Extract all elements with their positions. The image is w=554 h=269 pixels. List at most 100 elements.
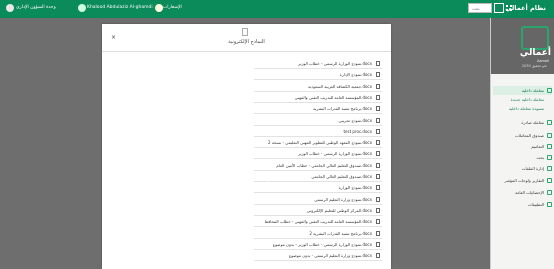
file-icon xyxy=(376,61,380,66)
file-icon xyxy=(376,196,380,202)
logo: أعمالي Aamali نحو تحقيق 2030 xyxy=(491,18,554,74)
file-row[interactable]: برنامج تنمية القدرات البشرية.docx xyxy=(254,104,382,115)
file-row[interactable]: نموذج وزارة التعليم الرسمي.docx xyxy=(254,195,382,205)
file-icon xyxy=(376,207,380,213)
file-icon xyxy=(376,151,380,157)
file-name[interactable]: المؤسسة العامة للتدريب التقني والمهني.do… xyxy=(295,95,372,100)
divider xyxy=(102,51,391,52)
file-row[interactable]: نموذج المعهد الوطني للتطوير المهني التعل… xyxy=(254,138,382,149)
file-name[interactable]: نموذج الإدارة.docx xyxy=(340,72,372,77)
file-row[interactable]: نموذج الوزارة الرسمي - خطاب الوزير.docx xyxy=(254,149,382,160)
file-row[interactable]: صندوق التعليم العالي الجامعي.docx xyxy=(254,172,382,182)
modal-title: النماذج الإلكترونية xyxy=(228,39,265,45)
sidebar-item[interactable]: مسودة معاملة داخلية xyxy=(493,104,552,113)
sidebar: أعمالي Aamali نحو تحقيق 2030 معاملة داخل… xyxy=(490,18,554,269)
sidebar-item[interactable]: بحث xyxy=(493,153,552,162)
file-name[interactable]: نموذج الوزارة الرسمي - خطاب الوزير.docx xyxy=(298,61,372,66)
file-name[interactable]: نموذج تجريبي.docx xyxy=(338,118,372,123)
sidebar-item[interactable]: معاملة داخلية xyxy=(493,86,552,95)
file-icon xyxy=(376,219,380,225)
file-row[interactable]: نموذج الوزارة الرسمي - خطاب الوزير.docx xyxy=(254,59,382,69)
sidebar-item-icon xyxy=(547,88,552,93)
sidebar-item-label: صندوق المعاملات xyxy=(514,133,544,138)
sidebar-item-icon xyxy=(547,155,552,160)
file-icon xyxy=(376,162,380,168)
file-row[interactable]: test proc.docx xyxy=(254,127,382,137)
sidebar-item[interactable]: صندوق المعاملات xyxy=(493,131,552,140)
sidebar-item-label: إدارة الملفات xyxy=(521,166,544,171)
file-icon xyxy=(376,241,380,247)
sidebar-item[interactable]: التطبيقات xyxy=(493,200,552,209)
file-row[interactable]: نموذج الإدارة.docx xyxy=(254,70,382,81)
user-icon xyxy=(78,4,86,12)
sidebar-item-label: معاملة داخلية جديدة xyxy=(510,97,544,102)
sidebar-item-label: بحث xyxy=(536,155,544,160)
file-icon xyxy=(376,94,380,100)
file-row[interactable]: نموذج تجريبي.docx xyxy=(254,116,382,126)
document-icon xyxy=(242,28,248,36)
file-name[interactable]: نموذج الوزارة.docx xyxy=(339,185,372,190)
logo-text: أعمالي xyxy=(519,48,551,58)
file-name[interactable]: برنامج تنمية القدرات البشرية.docx xyxy=(313,106,372,111)
file-row[interactable]: نموذج الوزارة.docx xyxy=(254,183,382,194)
file-name[interactable]: نموذج الوزارة الرسمي - خطاب الوزير - بدو… xyxy=(273,242,372,247)
sidebar-item-label: مسودة معاملة داخلية xyxy=(508,106,544,111)
file-icon xyxy=(376,140,380,146)
file-icon xyxy=(376,72,380,78)
user-name[interactable]: Khalood Abdulaziz Al-ghamdi xyxy=(87,5,153,10)
file-icon xyxy=(376,230,380,236)
sidebar-item-label: معاملة داخلية xyxy=(521,88,544,93)
app-title: نظام أعمالي xyxy=(505,4,546,12)
file-row[interactable]: نموذج الوزارة الرسمي - خطاب الوزير - بدو… xyxy=(254,240,382,250)
file-name[interactable]: نموذج وزارة التعليم الرسمي - بدون موضوع.… xyxy=(289,253,372,258)
sidebar-item-label: التعاميم xyxy=(531,144,544,149)
sidebar-item-label: التطبيقات xyxy=(527,202,544,207)
file-name[interactable]: نموذج الوزارة الرسمي - خطاب الوزير.docx xyxy=(298,151,372,156)
sidebar-item-label: التقارير ولوحات المؤشر xyxy=(504,178,544,183)
search-placeholder: بحث xyxy=(472,6,480,11)
sidebar-item-label: معاملة صادرة xyxy=(521,120,544,125)
logo-subtitle: نحو تحقيق 2030 xyxy=(521,64,547,68)
file-row[interactable]: المؤسسة العامة للتدريب التقني والمهني.do… xyxy=(254,93,382,103)
file-name[interactable]: المؤسسة العامة للتدريب التقني والمهني - … xyxy=(265,219,372,224)
search-input[interactable]: بحث xyxy=(468,3,492,13)
file-name[interactable]: جمعية الكشافة العربية السعودية.docx xyxy=(308,84,372,89)
sidebar-item[interactable]: الإحصائيات العامة xyxy=(493,188,552,197)
file-row[interactable]: جمعية الكشافة العربية السعودية.docx xyxy=(254,82,382,92)
file-name[interactable]: صندوق التعليم العالي الجامعي.docx xyxy=(311,174,372,179)
unit-label[interactable]: وحدة الشؤون الإداري xyxy=(16,5,56,10)
sidebar-item[interactable]: التعاميم xyxy=(493,142,552,151)
sidebar-item[interactable]: معاملة داخلية جديدة xyxy=(493,95,552,104)
user-avatar-icon[interactable] xyxy=(6,4,14,12)
sidebar-item-label: الإحصائيات العامة xyxy=(515,190,544,195)
sidebar-item-icon xyxy=(547,120,552,125)
sidebar-item[interactable]: التقارير ولوحات المؤشر xyxy=(493,176,552,185)
top-bar: وحدة الشؤون الإداري Khalood Abdulaziz Al… xyxy=(0,0,554,18)
file-name[interactable]: test proc.docx xyxy=(343,129,372,134)
file-name[interactable]: برنامج تنمية القدرات البشرية 2.docx xyxy=(309,231,372,236)
file-row[interactable]: صندوق التعليم العالي الجامعي - خطاب الأم… xyxy=(254,161,382,171)
file-row[interactable]: نموذج وزارة التعليم الرسمي - بدون موضوع.… xyxy=(254,251,382,262)
file-icon xyxy=(376,83,380,89)
search-icon[interactable] xyxy=(494,3,504,13)
file-name[interactable]: صندوق التعليم العالي الجامعي - خطاب الأم… xyxy=(276,163,372,168)
file-name[interactable]: نموذج المعهد الوطني للتطوير المهني التعل… xyxy=(268,140,372,145)
sidebar-item[interactable]: معاملة صادرة xyxy=(493,118,552,127)
sidebar-item-icon xyxy=(547,202,552,207)
sidebar-item-icon xyxy=(547,178,552,183)
file-row[interactable]: برنامج تنمية القدرات البشرية 2.docx xyxy=(254,229,382,239)
file-row[interactable]: المركز الوطني للتعليم الإلكتروني.docx xyxy=(254,206,382,216)
file-row[interactable]: المؤسسة العامة للتدريب التقني والمهني - … xyxy=(254,217,382,228)
sidebar-item[interactable]: إدارة الملفات xyxy=(493,164,552,173)
file-icon xyxy=(376,106,380,112)
sidebar-item-icon xyxy=(547,166,552,171)
electronic-forms-modal: × النماذج الإلكترونية نموذج الوزارة الرس… xyxy=(102,24,391,269)
sidebar-item-icon xyxy=(547,190,552,195)
file-name[interactable]: المركز الوطني للتعليم الإلكتروني.docx xyxy=(307,208,372,213)
sidebar-item-icon xyxy=(547,144,552,149)
sidebar-item-icon xyxy=(547,133,552,138)
file-icon xyxy=(376,253,380,259)
bell-icon[interactable] xyxy=(155,4,163,12)
notifications-label[interactable]: الإشعارات xyxy=(163,5,182,10)
file-name[interactable]: نموذج وزارة التعليم الرسمي.docx xyxy=(314,197,372,202)
